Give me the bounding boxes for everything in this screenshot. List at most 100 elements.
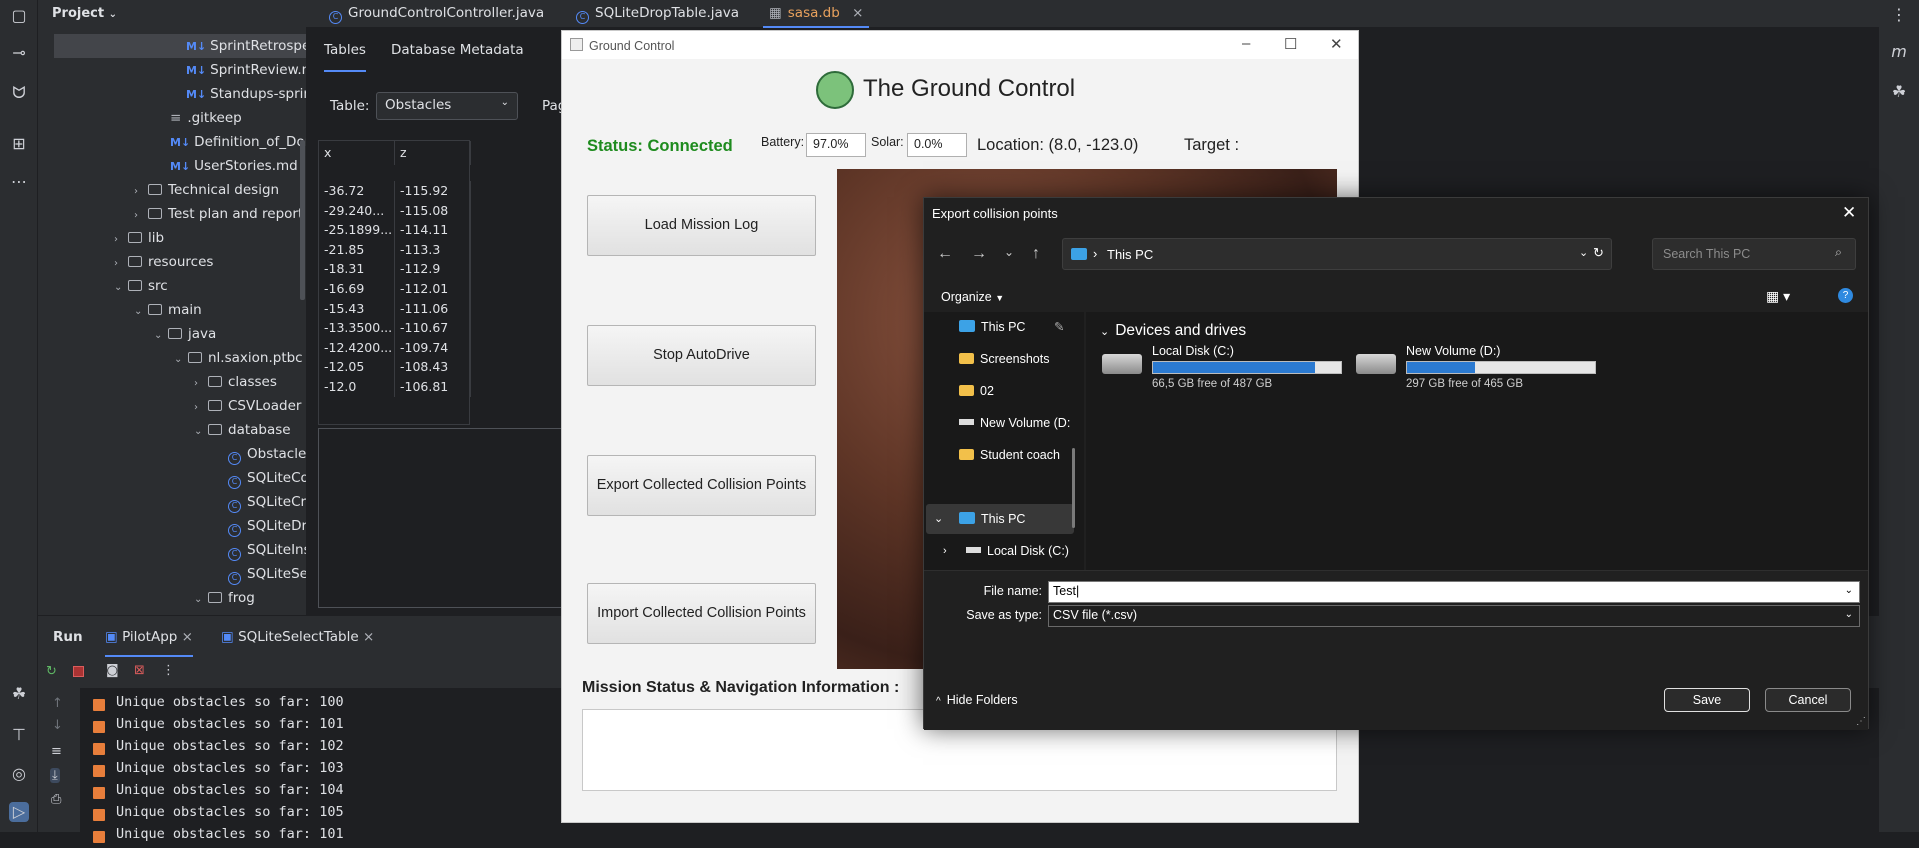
tab-tables[interactable]: Tables: [324, 42, 366, 72]
search-input[interactable]: Search This PC ⌕: [1652, 238, 1856, 270]
grid-cell[interactable]: -13.3500...: [319, 318, 395, 339]
tree-item[interactable]: › lib: [38, 226, 306, 250]
tree-item[interactable]: C ObstacleDatabas: [38, 442, 362, 466]
column-header-x[interactable]: x: [319, 141, 395, 165]
chevron-icon[interactable]: ›: [114, 252, 128, 276]
stop-autodrive-button[interactable]: Stop AutoDrive: [587, 325, 816, 386]
scroll-end-icon[interactable]: ⤓: [50, 768, 60, 783]
tab-sqlitedroptable[interactable]: C SQLiteDropTable.java: [570, 0, 745, 28]
nav-item-student-coach[interactable]: Student coach: [926, 440, 1074, 470]
tab-groundcontrolcontroller[interactable]: C GroundControlController.java: [323, 0, 550, 28]
scrollbar[interactable]: [1072, 448, 1075, 528]
load-mission-log-button[interactable]: Load Mission Log: [587, 195, 816, 256]
solar-field[interactable]: 0.0%: [907, 133, 967, 157]
tree-item[interactable]: ≡ .gitkeep: [38, 106, 306, 130]
up-arrow-icon[interactable]: ↑: [1032, 245, 1040, 263]
structure-icon[interactable]: ⊞: [9, 134, 29, 154]
tree-item[interactable]: › resources: [38, 250, 306, 274]
grid-cell[interactable]: -12.0: [319, 377, 395, 397]
organize-menu[interactable]: Organize ▼: [941, 290, 1004, 304]
close-icon[interactable]: ✕: [1842, 203, 1856, 223]
close-icon[interactable]: ×: [852, 5, 863, 21]
grid-cell[interactable]: -36.72: [319, 181, 395, 201]
close-icon[interactable]: ✕: [1330, 35, 1343, 53]
grid-cell[interactable]: -115.92: [395, 181, 471, 201]
grid-cell[interactable]: -29.240...: [319, 200, 395, 221]
run-tab-sqliteselecttable[interactable]: ▣ SQLiteSelectTable ×: [221, 629, 374, 645]
tree-item[interactable]: M↓ SprintRetrospective.md: [54, 34, 369, 58]
grid-cell[interactable]: -115.08: [395, 200, 471, 221]
grid-cell[interactable]: -113.3: [395, 239, 471, 260]
stop-icon[interactable]: [73, 666, 84, 677]
help-icon[interactable]: ?: [1838, 288, 1853, 303]
tree-item[interactable]: › Test plan and report: [38, 202, 306, 226]
grid-cell[interactable]: -111.06: [395, 298, 471, 319]
tree-item[interactable]: C SQLiteInsertInTa: [38, 538, 357, 562]
frog-plugin-icon[interactable]: ☘: [9, 684, 29, 704]
resize-grip-icon[interactable]: ⋰: [1856, 716, 1866, 727]
more-icon[interactable]: ⋯: [9, 172, 29, 192]
run-tab-pilotapp[interactable]: ▣ PilotApp ×: [105, 629, 193, 657]
tab-database-metadata[interactable]: Database Metadata: [391, 42, 524, 58]
chevron-icon[interactable]: ⌄: [194, 588, 208, 612]
grid-cell[interactable]: -112.9: [395, 259, 471, 280]
tree-item[interactable]: C SQLiteConnectic: [38, 466, 358, 490]
devices-section-header[interactable]: ⌄ Devices and drives: [1100, 322, 1246, 340]
drive-new-volume-d[interactable]: New Volume (D:) 297 GB free of 465 GB: [1356, 344, 1596, 390]
grid-cell[interactable]: -110.67: [395, 318, 471, 339]
grid-cell[interactable]: -12.4200...: [319, 337, 395, 358]
grid-cell[interactable]: -106.81: [395, 377, 471, 397]
nav-item-02[interactable]: 02: [926, 376, 1074, 406]
services-icon[interactable]: ◎: [9, 764, 29, 784]
chevron-icon[interactable]: ›: [114, 228, 128, 252]
chevron-icon[interactable]: ›: [134, 180, 148, 204]
recent-chevron-icon[interactable]: ⌄: [1004, 245, 1014, 259]
exit-icon[interactable]: ⊠: [134, 663, 145, 678]
chevron-icon[interactable]: ⌄: [134, 300, 148, 324]
grid-cell[interactable]: -25.1899...: [319, 220, 395, 241]
column-header-z[interactable]: z: [395, 141, 471, 165]
frog-icon[interactable]: ☘: [1889, 82, 1909, 102]
file-name-input[interactable]: Test| ⌄: [1048, 581, 1860, 603]
maven-icon[interactable]: m: [1889, 42, 1909, 62]
tree-item[interactable]: M↓ SprintReview.md: [38, 58, 323, 82]
tree-item[interactable]: ⌄ main: [38, 298, 306, 322]
grid-cell[interactable]: -108.43: [395, 357, 471, 378]
folder-icon[interactable]: ▢: [9, 6, 29, 26]
address-bar[interactable]: › This PC ⌄ ↻: [1062, 238, 1612, 270]
commit-icon[interactable]: ⊸: [9, 43, 29, 63]
grid-cell[interactable]: -114.11: [395, 220, 471, 241]
nav-item-new-volume[interactable]: New Volume (D:: [926, 408, 1074, 438]
refresh-icon[interactable]: ↻: [1593, 245, 1604, 261]
tree-item[interactable]: C SQLiteDropTable: [38, 514, 358, 538]
maximize-icon[interactable]: ☐: [1284, 35, 1297, 53]
battery-field[interactable]: 97.0%: [806, 133, 866, 157]
tree-item[interactable]: C SQLiteSelectTab: [38, 562, 356, 586]
tree-item[interactable]: › classes: [38, 370, 306, 394]
table-select[interactable]: Obstacles ⌄: [376, 92, 518, 120]
import-collision-points-button[interactable]: Import Collected Collision Points: [587, 583, 816, 644]
pull-request-icon[interactable]: ᗢ: [9, 83, 29, 103]
tree-item[interactable]: ⌄ src: [38, 274, 306, 298]
run-icon[interactable]: ▷: [9, 802, 29, 822]
notifications-icon[interactable]: ⋮: [1889, 5, 1909, 25]
cancel-button[interactable]: Cancel: [1765, 688, 1851, 712]
hide-folders-toggle[interactable]: ^ Hide Folders: [936, 693, 1018, 707]
close-icon[interactable]: ×: [182, 629, 193, 645]
tree-item[interactable]: M↓ UserStories.md: [38, 154, 306, 178]
tab-sasa-db[interactable]: ▦ sasa.db ×: [763, 0, 870, 28]
chevron-icon[interactable]: ›: [194, 372, 208, 396]
tree-item[interactable]: ⌄ frog: [38, 586, 306, 610]
nav-item-local-disk[interactable]: › Local Disk (C:): [926, 536, 1074, 566]
grid-cell[interactable]: -12.05: [319, 357, 395, 378]
more-icon[interactable]: ⋮: [162, 663, 175, 678]
project-header[interactable]: Project ⌄: [38, 0, 306, 28]
up-arrow-icon[interactable]: ↑: [52, 696, 63, 711]
address-breadcrumb[interactable]: This PC: [1107, 247, 1153, 262]
nav-item-screenshots[interactable]: Screenshots: [926, 344, 1074, 374]
tree-item[interactable]: › Technical design: [38, 178, 306, 202]
down-arrow-icon[interactable]: ↓: [52, 718, 63, 733]
chevron-icon[interactable]: ⌄: [154, 324, 168, 348]
chevron-icon[interactable]: ⌄: [174, 348, 188, 372]
tree-item[interactable]: M↓ Standups-sprint3.md: [38, 82, 352, 106]
